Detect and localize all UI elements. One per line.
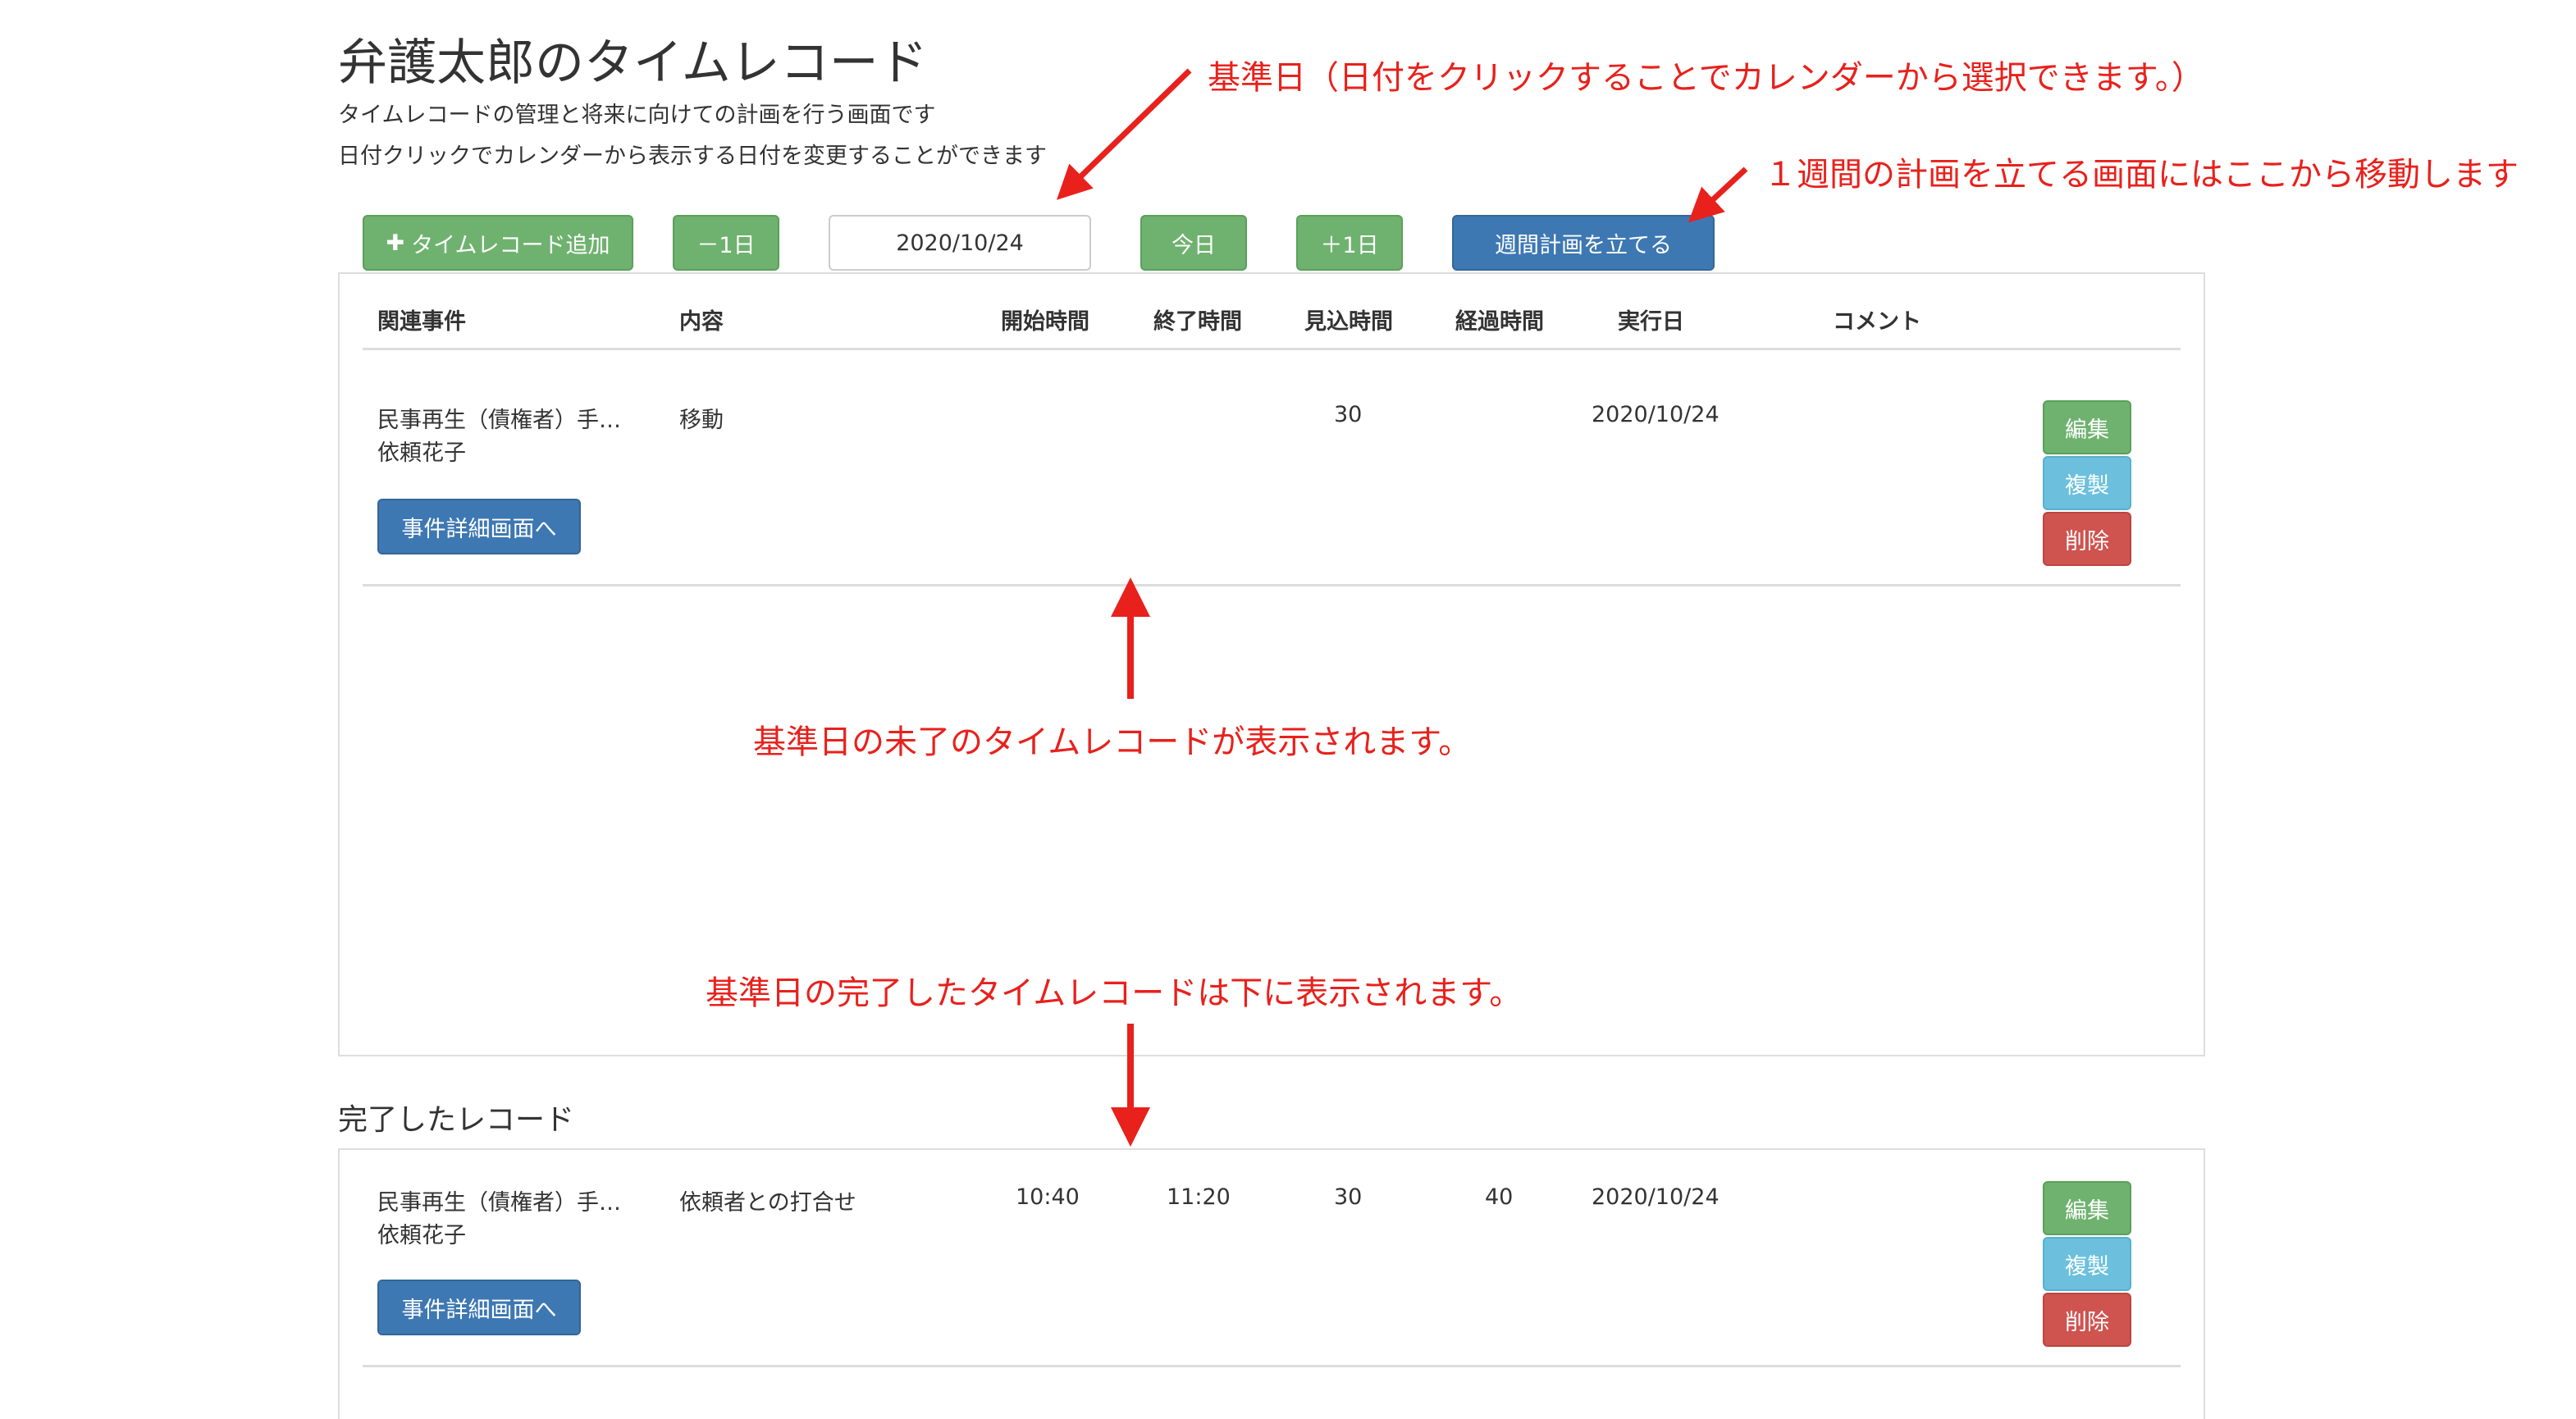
annotation-arrows [1056,68,1748,1147]
arrow-to-date-input [1056,68,1192,200]
arrow-to-weekly-button [1688,167,1748,223]
